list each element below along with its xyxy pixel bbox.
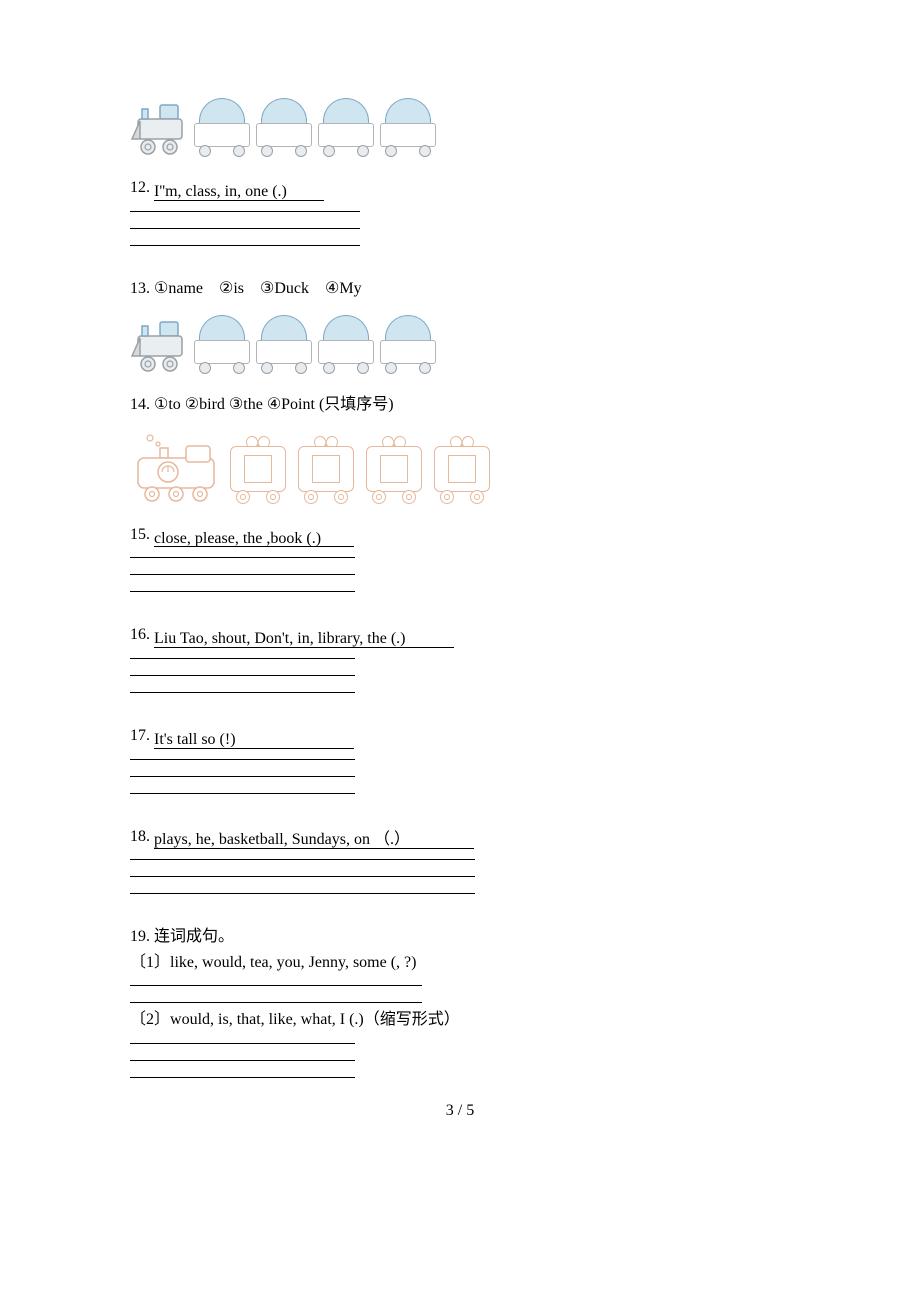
blank-line — [130, 579, 355, 592]
option-2-num: ② — [185, 392, 199, 418]
blank-line — [130, 881, 475, 894]
train-car — [192, 98, 252, 157]
train-car — [378, 315, 438, 374]
train-car — [362, 436, 426, 504]
sub-number: 〔1〕 — [130, 954, 170, 971]
train-car — [378, 98, 438, 157]
sub-note: （缩写形式） — [364, 1011, 460, 1028]
blank-line — [130, 864, 475, 877]
q-number: 13. — [130, 280, 150, 297]
option-3-num: ③ — [229, 392, 243, 418]
question-19: 19. 连词成句。 〔1〕like, would, tea, you, Jenn… — [130, 924, 790, 1078]
q-note: (只填序号) — [319, 396, 394, 413]
blank-line — [130, 680, 355, 693]
q-prompt-underline: It's tall so (!) — [154, 727, 354, 749]
option-4-num: ④ — [325, 276, 339, 302]
train-car — [294, 436, 358, 504]
question-15: 15. close, please, the ,book (.) — [130, 522, 790, 593]
worksheet-page: 12. I''m, class, in, one (.) 13. ①name ②… — [0, 0, 920, 1160]
blank-line — [130, 233, 360, 246]
q-number: 17. — [130, 727, 150, 744]
train-blue-illustration — [130, 98, 790, 157]
q-number: 16. — [130, 626, 150, 643]
train-car — [192, 315, 252, 374]
sub-text: like, would, tea, you, Jenny, some (, ?) — [170, 954, 416, 971]
answer-lines — [130, 847, 475, 894]
blank-line — [130, 781, 355, 794]
question-13: 13. ①name ②is ③Duck ④My — [130, 276, 790, 302]
q-number: 12. — [130, 179, 150, 196]
question-17: 17. It's tall so (!) — [130, 723, 790, 794]
option-3-text: the — [243, 396, 263, 413]
q-number: 18. — [130, 828, 150, 845]
answer-lines — [130, 747, 355, 794]
train-car — [316, 98, 376, 157]
blank-line — [130, 990, 422, 1003]
option-4-text: My — [339, 280, 361, 297]
blank-line — [130, 1065, 355, 1078]
page-number: 3 / 5 — [130, 1102, 790, 1120]
answer-lines — [130, 646, 355, 693]
q-number: 14. — [130, 396, 150, 413]
blank-line — [130, 562, 355, 575]
sub-number: 〔2〕 — [130, 1011, 170, 1028]
blank-line — [130, 764, 355, 777]
train-car — [430, 436, 494, 504]
train-orange-illustration — [130, 432, 790, 504]
question-16: 16. Liu Tao, shout, Don't, in, library, … — [130, 622, 790, 693]
option-2-text: is — [233, 280, 244, 297]
q-prompt: close, please, the ,book (.) — [154, 530, 321, 547]
train-car — [316, 315, 376, 374]
locomotive-icon — [130, 99, 190, 157]
q-number: 19. — [130, 928, 150, 945]
answer-lines — [130, 545, 355, 592]
train-car — [254, 98, 314, 157]
option-3-num: ③ — [260, 276, 274, 302]
sub-text: would, is, that, like, what, I (.) — [170, 1011, 364, 1028]
option-1-num: ① — [154, 276, 168, 302]
train-car — [254, 315, 314, 374]
answer-lines — [130, 1031, 355, 1078]
train-car — [226, 436, 290, 504]
blank-line — [130, 216, 360, 229]
q-prompt-underline: I''m, class, in, one (.) — [154, 179, 324, 201]
option-2-num: ② — [219, 276, 233, 302]
answer-lines — [130, 199, 360, 246]
option-2-text: bird — [199, 396, 225, 413]
locomotive-icon — [130, 316, 190, 374]
q-title: 连词成句。 — [154, 928, 234, 945]
q-prompt-underline: Liu Tao, shout, Don't, in, library, the … — [154, 626, 454, 648]
blank-line — [130, 1048, 355, 1061]
question-14: 14. ①to ②bird ③the ④Point (只填序号) — [130, 392, 790, 418]
q-prompt: Liu Tao, shout, Don't, in, library, the … — [154, 630, 406, 647]
option-3-text: Duck — [274, 280, 309, 297]
q-prompt-underline: plays, he, basketball, Sundays, on （.） — [154, 827, 474, 849]
q-prompt-underline: close, please, the ,book (.) — [154, 526, 354, 548]
q-prompt: It's tall so (!) — [154, 731, 236, 748]
question-18: 18. plays, he, basketball, Sundays, on （… — [130, 824, 790, 895]
option-1-text: name — [168, 280, 203, 297]
option-1-text: to — [168, 396, 180, 413]
locomotive-icon — [130, 432, 222, 504]
blank-line — [130, 663, 355, 676]
q-number: 15. — [130, 526, 150, 543]
answer-lines — [130, 973, 422, 1003]
train-blue-illustration — [130, 315, 790, 374]
question-12: 12. I''m, class, in, one (.) — [130, 175, 790, 246]
q-prompt: plays, he, basketball, Sundays, on （.） — [154, 831, 410, 848]
option-4-text: Point — [281, 396, 315, 413]
q-prompt: I''m, class, in, one (.) — [154, 183, 287, 200]
option-1-num: ① — [154, 392, 168, 418]
blank-line — [130, 973, 422, 986]
option-4-num: ④ — [267, 392, 281, 418]
